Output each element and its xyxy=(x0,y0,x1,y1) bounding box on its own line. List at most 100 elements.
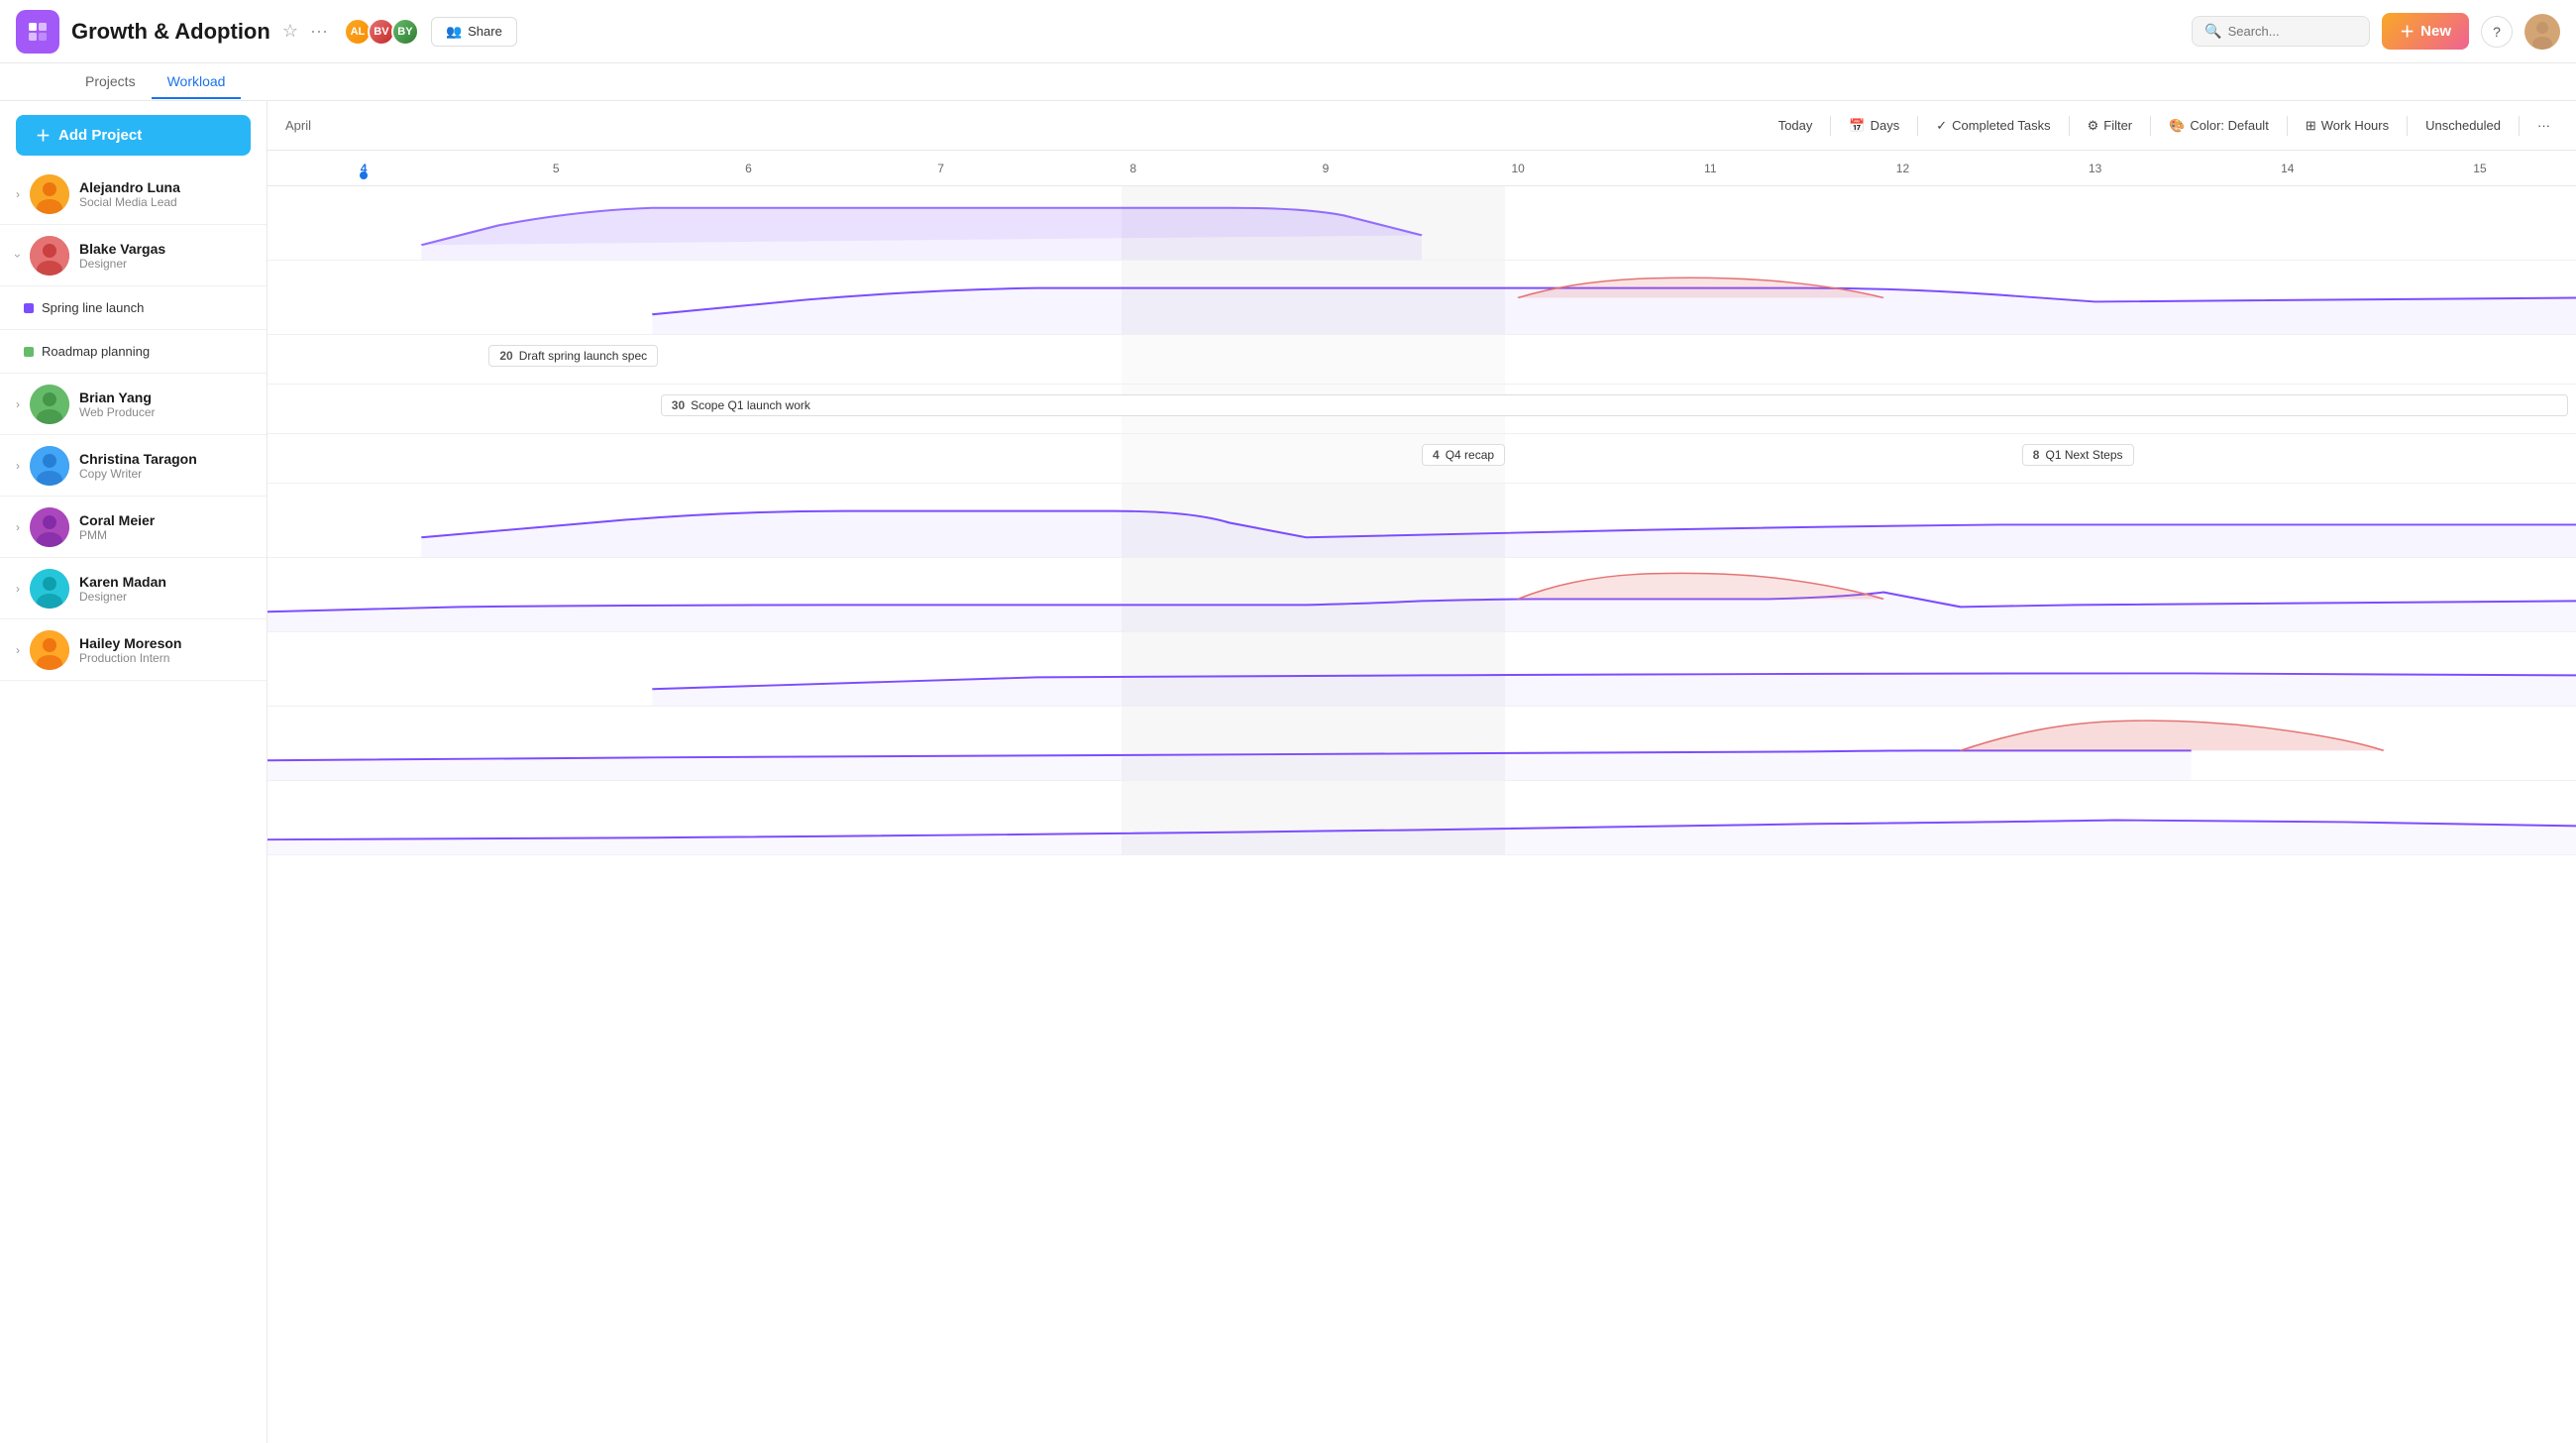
date-8: 8 xyxy=(1037,162,1230,175)
project-dot-roadmap xyxy=(24,347,34,357)
share-button[interactable]: 👥 Share xyxy=(431,17,517,47)
date-header: 4 5 6 7 8 9 10 11 12 13 14 15 xyxy=(268,151,2576,186)
user-avatar[interactable] xyxy=(2524,14,2560,50)
person-role-alejandro: Social Media Lead xyxy=(79,195,251,209)
person-role-karen: Designer xyxy=(79,590,251,604)
avatar-3[interactable]: BY xyxy=(391,18,419,46)
expand-icon-karen: › xyxy=(16,582,20,596)
filter-button[interactable]: ⚙ Filter xyxy=(2078,113,2143,139)
chart-area: April Today 📅 Days ✓ Completed Tasks ⚙ F… xyxy=(268,101,2576,1443)
person-row-hailey[interactable]: › Hailey Moreson Production Intern xyxy=(0,619,267,681)
team-avatars: AL BV BY xyxy=(344,18,419,46)
search-box: 🔍 xyxy=(2192,16,2370,47)
plus-icon-add: ＋ xyxy=(36,125,51,146)
subnav-projects[interactable]: Projects xyxy=(69,65,152,99)
color-button[interactable]: 🎨 Color: Default xyxy=(2159,113,2279,139)
task-scope-q1[interactable]: 30 Scope Q1 launch work xyxy=(661,394,2568,416)
person-role-christina: Copy Writer xyxy=(79,467,251,481)
person-info-karen: Karen Madan Designer xyxy=(79,574,251,604)
subnav: Projects Workload xyxy=(0,63,2576,101)
avatar-alejandro xyxy=(30,174,69,214)
divider-6 xyxy=(2407,116,2408,136)
chart-row-blake xyxy=(268,261,2576,335)
date-5: 5 xyxy=(460,162,652,175)
expand-icon-blake: › xyxy=(11,254,25,258)
plus-icon: ＋ xyxy=(2400,21,2415,42)
person-row-christina[interactable]: › Christina Taragon Copy Writer xyxy=(0,435,267,497)
divider-5 xyxy=(2287,116,2288,136)
project-name-spring: Spring line launch xyxy=(42,300,144,315)
help-button[interactable]: ? xyxy=(2481,16,2513,48)
new-button[interactable]: ＋ New xyxy=(2382,13,2469,50)
search-input[interactable] xyxy=(2228,24,2358,39)
person-row-blake[interactable]: › Blake Vargas Designer xyxy=(0,225,267,286)
person-row-brian[interactable]: › Brian Yang Web Producer xyxy=(0,374,267,435)
project-row-spring[interactable]: Spring line launch xyxy=(0,286,267,330)
star-icon[interactable]: ☆ xyxy=(282,21,298,42)
date-15: 15 xyxy=(2384,162,2576,175)
month-label: April xyxy=(283,114,313,137)
date-6: 6 xyxy=(652,162,844,175)
expand-icon-coral: › xyxy=(16,520,20,534)
search-icon: 🔍 xyxy=(2204,23,2221,40)
more-icon[interactable]: ··· xyxy=(310,21,328,42)
avatar-blake xyxy=(30,236,69,276)
person-info-christina: Christina Taragon Copy Writer xyxy=(79,451,251,481)
date-4: 4 xyxy=(268,162,460,175)
date-10: 10 xyxy=(1422,162,1614,175)
task-q4-recap[interactable]: 4 Q4 recap xyxy=(1422,444,1505,466)
avatar-christina xyxy=(30,446,69,486)
person-row-coral[interactable]: › Coral Meier PMM xyxy=(0,497,267,558)
grid-icon: ⊞ xyxy=(2306,118,2316,134)
color-icon: 🎨 xyxy=(2169,118,2185,134)
person-info-hailey: Hailey Moreson Production Intern xyxy=(79,635,251,665)
task-draft-spring[interactable]: 20 Draft spring launch spec xyxy=(488,345,658,367)
chart-rows: 20 Draft spring launch spec 30 Scope Q1 … xyxy=(268,186,2576,1443)
avatar-karen xyxy=(30,569,69,609)
chart-row-karen xyxy=(268,707,2576,781)
expand-icon-brian: › xyxy=(16,397,20,411)
date-12: 12 xyxy=(1806,162,1998,175)
sidebar: ＋ Add Project › Alejandro Luna Social Me… xyxy=(0,101,268,1443)
avatar-coral xyxy=(30,507,69,547)
work-hours-button[interactable]: ⊞ Work Hours xyxy=(2296,113,2399,139)
expand-icon-christina: › xyxy=(16,459,20,473)
person-info-coral: Coral Meier PMM xyxy=(79,512,251,542)
divider-3 xyxy=(2069,116,2070,136)
share-icon: 👥 xyxy=(446,24,462,40)
task-q1-next[interactable]: 8 Q1 Next Steps xyxy=(2022,444,2134,466)
date-11: 11 xyxy=(1614,162,1806,175)
today-button[interactable]: Today xyxy=(1769,113,1823,138)
chart-row-scope-q1: 30 Scope Q1 launch work xyxy=(268,385,2576,434)
divider-7 xyxy=(2519,116,2520,136)
person-role-brian: Web Producer xyxy=(79,405,251,419)
days-button[interactable]: 📅 Days xyxy=(1839,113,1909,139)
unscheduled-button[interactable]: Unscheduled xyxy=(2415,113,2511,138)
divider-4 xyxy=(2150,116,2151,136)
chart-toolbar: April Today 📅 Days ✓ Completed Tasks ⚙ F… xyxy=(268,101,2576,151)
person-name-brian: Brian Yang xyxy=(79,389,251,405)
date-13: 13 xyxy=(1999,162,2192,175)
person-role-hailey: Production Intern xyxy=(79,651,251,665)
subnav-workload[interactable]: Workload xyxy=(152,65,242,99)
avatar-hailey xyxy=(30,630,69,670)
project-row-roadmap[interactable]: Roadmap planning xyxy=(0,330,267,374)
chart-row-brian xyxy=(268,484,2576,558)
person-name-hailey: Hailey Moreson xyxy=(79,635,251,651)
avatar-brian xyxy=(30,385,69,424)
add-project-button[interactable]: ＋ Add Project xyxy=(16,115,251,156)
person-name-karen: Karen Madan xyxy=(79,574,251,590)
person-name-coral: Coral Meier xyxy=(79,512,251,528)
person-row-karen[interactable]: › Karen Madan Designer xyxy=(0,558,267,619)
person-row-alejandro[interactable]: › Alejandro Luna Social Media Lead xyxy=(0,164,267,225)
topbar: Growth & Adoption ☆ ··· AL BV BY 👥 Share… xyxy=(0,0,2576,63)
topbar-right: 🔍 ＋ New ? xyxy=(2192,13,2560,50)
more-button[interactable]: ··· xyxy=(2527,113,2560,138)
date-cells: 4 5 6 7 8 9 10 11 12 13 14 15 xyxy=(268,162,2576,175)
project-name-roadmap: Roadmap planning xyxy=(42,344,150,359)
chart-row-spring-line: 20 Draft spring launch spec xyxy=(268,335,2576,385)
chart-row-christina xyxy=(268,558,2576,632)
calendar-icon: 📅 xyxy=(1849,118,1865,134)
check-icon: ✓ xyxy=(1936,118,1947,134)
completed-tasks-button[interactable]: ✓ Completed Tasks xyxy=(1926,113,2060,139)
